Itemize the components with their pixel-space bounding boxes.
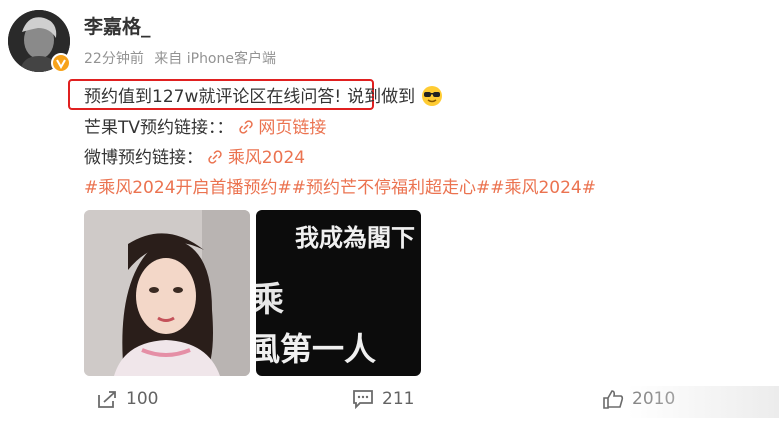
- link-icon: [239, 120, 253, 134]
- share-icon: [98, 391, 116, 408]
- web-link[interactable]: 网页链接: [239, 118, 326, 138]
- post-image-2[interactable]: 我成為閣下 乘 風第一人: [256, 210, 421, 376]
- chengfeng-link[interactable]: 乘风2024: [208, 148, 305, 168]
- mango-label: 芒果TV预约链接：：: [84, 118, 234, 138]
- post-time[interactable]: 22分钟前: [84, 51, 144, 67]
- comment-icon: [353, 390, 373, 409]
- post-source: 来自 iPhone客户端: [154, 51, 276, 67]
- post-text-line-3: 微博预约链接： 乘风2024: [84, 143, 305, 168]
- chengfeng-link-label: 乘风2024: [227, 148, 306, 168]
- share-button[interactable]: 100: [96, 389, 158, 409]
- watermark-overlay: [628, 386, 779, 418]
- web-link-label: 网页链接: [258, 118, 327, 138]
- image2-text-bottom: 風第一人: [256, 330, 377, 368]
- post-text-line-1: 预约值到127w就评论区在线问答! 说到做到: [84, 82, 443, 112]
- image2-text-top: 我成為閣下: [295, 223, 415, 252]
- share-count: 100: [126, 389, 159, 409]
- image2-text-mid: 乘: [256, 280, 284, 320]
- cool-face-emoji-icon: [421, 85, 443, 112]
- hashtags[interactable]: #乘风2024开启首播预约##预约芒不停福利超走心##乘风2024#: [84, 173, 596, 198]
- weibo-label: 微博预约链接：: [84, 148, 203, 168]
- author-name[interactable]: 李嘉格_: [84, 12, 151, 39]
- highlight-text: 预约值到127w就评论区在线问答!: [84, 87, 342, 107]
- post-meta: 22分钟前 来自 iPhone客户端: [84, 48, 282, 68]
- thumbs-up-icon: [603, 390, 624, 409]
- comment-button[interactable]: 211: [352, 389, 414, 409]
- link-icon: [208, 150, 223, 164]
- post-text-line-2: 芒果TV预约链接：： 网页链接: [84, 113, 326, 138]
- portrait-photo: [84, 210, 250, 376]
- verified-badge-icon: [51, 53, 71, 73]
- post-actions: 100 211 2010: [0, 386, 779, 418]
- post-image-1[interactable]: [84, 210, 250, 376]
- line1-rest: 说到做到: [347, 87, 416, 107]
- comment-count: 211: [382, 389, 415, 409]
